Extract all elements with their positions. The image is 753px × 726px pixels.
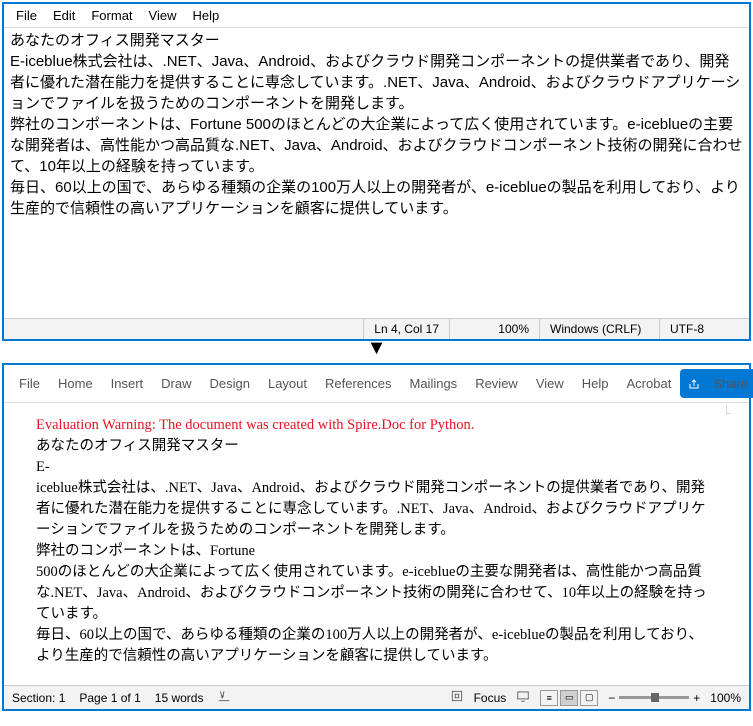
zoom-in-button[interactable]: + bbox=[693, 691, 700, 705]
doc-line: 毎日、60以上の国で、あらゆる種類の企業の100万人以上の開発者が、e-iceb… bbox=[36, 625, 717, 667]
notepad-pane: File Edit Format View Help あなたのオフィス開発マスタ… bbox=[2, 2, 751, 341]
tab-review[interactable]: Review bbox=[466, 372, 527, 395]
focus-icon[interactable] bbox=[450, 689, 464, 706]
status-words[interactable]: 15 words bbox=[155, 691, 204, 705]
status-section[interactable]: Section: 1 bbox=[12, 691, 65, 705]
notepad-statusbar: Ln 4, Col 17 100% Windows (CRLF) UTF-8 bbox=[4, 318, 749, 339]
status-encoding: UTF-8 bbox=[659, 319, 749, 339]
ruler-marker: ⎿ bbox=[722, 403, 731, 416]
word-document-area[interactable]: ⎿ Evaluation Warning: The document was c… bbox=[4, 403, 749, 685]
down-arrow-icon: ▼ bbox=[0, 343, 753, 361]
doc-line: あなたのオフィス開発マスター bbox=[36, 436, 717, 457]
notepad-text-area[interactable]: あなたのオフィス開発マスター E-iceblue株式会社は、.NET、Java、… bbox=[4, 28, 749, 318]
doc-line: 弊社のコンポーネントは、Fortune bbox=[36, 541, 717, 562]
zoom-thumb[interactable] bbox=[651, 693, 659, 702]
tab-layout[interactable]: Layout bbox=[259, 372, 316, 395]
tab-mailings[interactable]: Mailings bbox=[401, 372, 467, 395]
document-body: Evaluation Warning: The document was cre… bbox=[24, 411, 729, 671]
tab-references[interactable]: References bbox=[316, 372, 400, 395]
evaluation-warning: Evaluation Warning: The document was cre… bbox=[36, 415, 717, 436]
status-cursor: Ln 4, Col 17 bbox=[363, 319, 449, 339]
tab-file[interactable]: File bbox=[10, 372, 49, 395]
menu-view[interactable]: View bbox=[141, 6, 185, 25]
doc-line: 500のほとんどの大企業によって広く使用されています。e-iceblueの主要な… bbox=[36, 562, 717, 625]
zoom-track[interactable] bbox=[619, 696, 689, 699]
share-icon bbox=[688, 378, 700, 390]
view-read-icon[interactable]: ≡ bbox=[540, 690, 558, 706]
word-statusbar: Section: 1 Page 1 of 1 15 words Focus ≡ … bbox=[4, 685, 749, 709]
text-line: あなたのオフィス開発マスター bbox=[10, 30, 743, 51]
text-line: 毎日、60以上の国で、あらゆる種類の企業の100万人以上の開発者が、e-iceb… bbox=[10, 177, 743, 219]
menu-help[interactable]: Help bbox=[184, 6, 227, 25]
zoom-slider[interactable]: − + bbox=[608, 691, 700, 705]
menu-format[interactable]: Format bbox=[83, 6, 140, 25]
display-settings-icon[interactable] bbox=[516, 689, 530, 706]
word-ribbon: File Home Insert Draw Design Layout Refe… bbox=[4, 365, 749, 403]
focus-label[interactable]: Focus bbox=[474, 691, 507, 705]
view-print-icon[interactable]: ▭ bbox=[560, 690, 578, 706]
text-line: E-iceblue株式会社は、.NET、Java、Android、およびクラウド… bbox=[10, 51, 743, 114]
tab-insert[interactable]: Insert bbox=[102, 372, 153, 395]
status-eol: Windows (CRLF) bbox=[539, 319, 659, 339]
tab-view[interactable]: View bbox=[527, 372, 573, 395]
menu-file[interactable]: File bbox=[8, 6, 45, 25]
menu-edit[interactable]: Edit bbox=[45, 6, 83, 25]
tab-home[interactable]: Home bbox=[49, 372, 102, 395]
word-pane: File Home Insert Draw Design Layout Refe… bbox=[2, 363, 751, 711]
tab-design[interactable]: Design bbox=[201, 372, 259, 395]
tab-help[interactable]: Help bbox=[573, 372, 618, 395]
view-mode-group: ≡ ▭ ▢ bbox=[540, 690, 598, 706]
spellcheck-icon[interactable] bbox=[217, 689, 231, 706]
share-button[interactable]: Share bbox=[680, 369, 753, 398]
doc-line: iceblue株式会社は、.NET、Java、Android、およびクラウド開発… bbox=[36, 478, 717, 541]
tab-acrobat[interactable]: Acrobat bbox=[618, 372, 681, 395]
doc-line: E- bbox=[36, 457, 717, 478]
view-web-icon[interactable]: ▢ bbox=[580, 690, 598, 706]
notepad-menubar: File Edit Format View Help bbox=[4, 4, 749, 28]
zoom-out-button[interactable]: − bbox=[608, 691, 615, 705]
tab-draw[interactable]: Draw bbox=[152, 372, 200, 395]
status-zoom[interactable]: 100% bbox=[449, 319, 539, 339]
text-line: 弊社のコンポーネントは、Fortune 500のほとんどの大企業によって広く使用… bbox=[10, 114, 743, 177]
share-label: Share bbox=[704, 372, 753, 395]
status-page[interactable]: Page 1 of 1 bbox=[79, 691, 140, 705]
zoom-percent[interactable]: 100% bbox=[710, 691, 741, 705]
